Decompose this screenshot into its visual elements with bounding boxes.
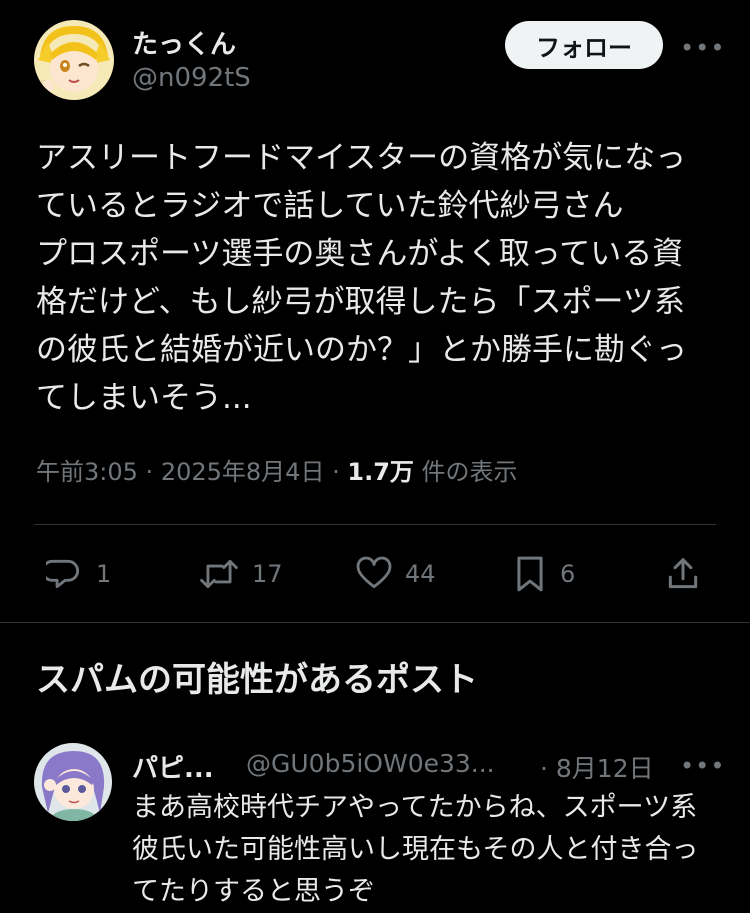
reply-more-icon[interactable]: ••• bbox=[680, 752, 725, 780]
views-count: 1.7万 bbox=[347, 458, 414, 486]
meta-separator: · bbox=[332, 458, 340, 486]
repost-count: 17 bbox=[252, 560, 283, 588]
reply-button[interactable]: 1 bbox=[46, 555, 111, 593]
like-icon bbox=[356, 556, 392, 589]
bookmark-icon bbox=[517, 556, 543, 592]
divider bbox=[34, 524, 716, 525]
meta-separator: · bbox=[145, 458, 154, 486]
more-icon[interactable]: ••• bbox=[680, 34, 725, 62]
bookmark-button[interactable]: 6 bbox=[512, 555, 575, 593]
post-date[interactable]: 2025年8月4日 bbox=[161, 458, 325, 486]
post-meta: 午前3:05 · 2025年8月4日 · 1.7万 件の表示 bbox=[36, 452, 518, 487]
reply-body: まあ高校時代チアやってたからね、スポーツ系彼氏いた可能性高いし現在もその人と付き… bbox=[132, 792, 699, 907]
post-time[interactable]: 午前3:05 bbox=[36, 458, 138, 486]
share-button[interactable] bbox=[664, 555, 702, 593]
reply-author-handle[interactable]: @GU0b5iOW0e33... bbox=[246, 749, 495, 778]
section-title: スパムの可能性があるポスト bbox=[36, 660, 478, 700]
post-body: アスリートフードマイスターの資格が気になっ ているとラジオで話していた鈴代紗弓さ… bbox=[36, 140, 687, 416]
reply-count: 1 bbox=[96, 560, 112, 588]
like-count: 44 bbox=[405, 560, 436, 588]
reply-date[interactable]: · 8月12日 bbox=[540, 749, 654, 785]
share-icon bbox=[668, 558, 698, 589]
author-avatar[interactable] bbox=[34, 20, 114, 100]
follow-button[interactable]: フォロー bbox=[505, 21, 663, 69]
author-handle[interactable]: @n092tS bbox=[132, 63, 251, 93]
like-button[interactable]: 44 bbox=[355, 555, 436, 593]
bookmark-count: 6 bbox=[560, 560, 576, 588]
section-divider bbox=[0, 622, 750, 623]
repost-icon bbox=[200, 559, 238, 589]
repost-button[interactable]: 17 bbox=[198, 555, 283, 593]
views-label: 件の表示 bbox=[421, 458, 518, 486]
reply-icon bbox=[46, 559, 80, 589]
reply-author-name[interactable]: パピ... bbox=[132, 748, 214, 785]
author-name[interactable]: たっくん bbox=[132, 24, 236, 61]
reply-author-avatar[interactable] bbox=[34, 743, 112, 821]
